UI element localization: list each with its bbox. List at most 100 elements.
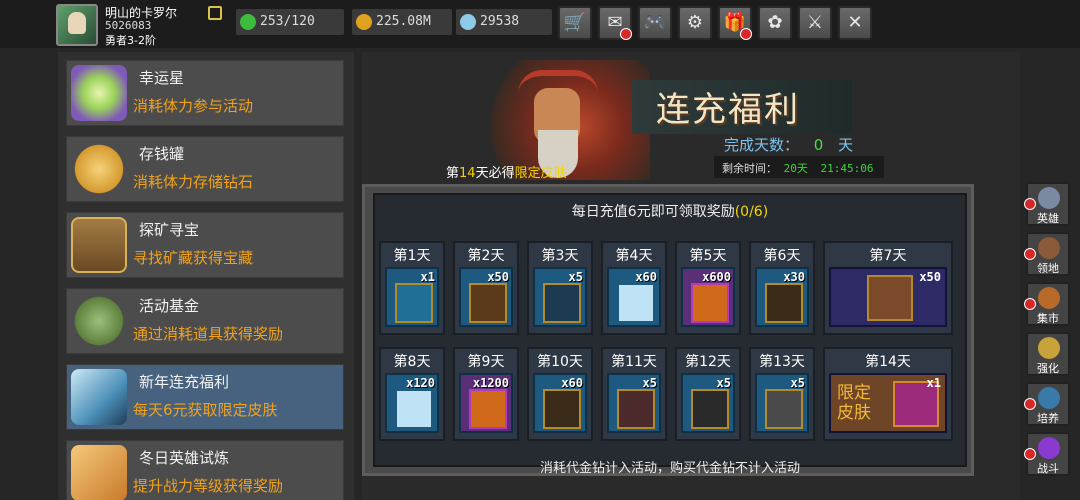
reward-day-6[interactable]: 第6天 x30 [749,241,815,335]
reward-count: x600 [702,270,731,284]
day-label: 第13天 [759,354,805,370]
reward-day-1[interactable]: 第1天 x1 [379,241,445,335]
reward-day-12[interactable]: 第12天 x5 [675,347,741,441]
alert-badge [1024,198,1036,210]
event-item-winter-trial[interactable]: 冬日英雄试炼 提升战力等级获得奖励 [66,440,344,500]
flame-orb-icon [691,283,729,323]
player-avatar[interactable] [56,4,98,46]
gamepad-button[interactable]: 🎮 [638,6,672,40]
stamina-value: 253/120 [260,14,315,29]
reward-board: 每日充值6元即可领取奖励(0/6) 第1天 x1 第2天 x50 第3天 x5 … [362,184,974,476]
event-item-treasure-hunt[interactable]: 探矿寻宝 寻找矿藏获得宝藏 [66,212,344,278]
alert-badge [1024,248,1036,260]
gem-icon [460,14,476,30]
orb-icon [395,283,433,323]
reward-slot: 限定 皮肤 x1 [829,373,947,433]
settings-button[interactable]: ⚙ [678,6,712,40]
gold-value: 225.08M [376,14,431,29]
reward-day-13[interactable]: 第13天 x5 [749,347,815,441]
reward-board-inner: 每日充值6元即可领取奖励(0/6) 第1天 x1 第2天 x50 第3天 x5 … [373,193,967,476]
nav-label: 战斗 [1037,462,1059,475]
stamina-counter: 253/120 [236,9,344,35]
reward-day-11[interactable]: 第11天 x5 [601,347,667,441]
event-item-piggy-bank[interactable]: 存钱罐 消耗体力存储钻石 [66,136,344,202]
pinwheel-button[interactable]: ✿ [758,6,792,40]
nav-label: 领地 [1037,262,1059,275]
sword-icon: ⚔ [806,12,824,33]
nav-enhance[interactable]: 强化 [1026,332,1070,376]
reward-slot: x1200 [459,373,513,433]
reward-slot: x30 [755,267,809,327]
nav-hero[interactable]: 英雄 [1024,182,1070,226]
reward-count: x60 [635,270,657,284]
reward-day-3[interactable]: 第3天 x5 [527,241,593,335]
event-item-fund[interactable]: 活动基金 通过消耗道具获得奖励 [66,288,344,354]
shop-button[interactable]: 🛒 [558,6,592,40]
reward-day-5[interactable]: 第5天 x600 [675,241,741,335]
reward-slot: x5 [533,267,587,327]
day-label: 第6天 [763,248,801,264]
mail-button[interactable]: ✉ [598,6,632,40]
reward-slot: x5 [755,373,809,433]
pinwheel-icon: ✿ [767,12,783,33]
nav-label: 培养 [1037,412,1059,425]
reward-day-8[interactable]: 第8天 x120 [379,347,445,441]
event-desc: 提升战力等级获得奖励 [133,477,284,495]
reward-count: x120 [406,376,435,390]
flame-orb-icon [469,389,507,429]
day-label: 第14天 [865,354,911,370]
reward-day-7[interactable]: 第7天 x50 [823,241,953,335]
limited-skin-label: 限定 皮肤 [837,383,871,423]
gear-icon: ⚙ [686,12,704,33]
remaining-time-label: 剩余时间： [722,162,777,175]
reward-slot: x120 [385,373,439,433]
edit-name-icon[interactable] [208,6,222,20]
reward-count: x50 [487,270,509,284]
reward-count: x5 [790,376,805,390]
reward-count: x1 [926,376,941,390]
scroll-icon [691,389,729,429]
day-label: 第2天 [467,248,505,264]
shop-icon: 🛒 [563,12,587,33]
swords-button[interactable]: ✕ [838,6,872,40]
game-screen: 明山的卡罗尔 5026083 勇者3-2阶 253/120 225.08M 29… [0,0,1080,500]
gift-button[interactable]: 🎁 [718,6,752,40]
reward-slot: x600 [681,267,735,327]
top-bar: 明山的卡罗尔 5026083 勇者3-2阶 253/120 225.08M 29… [0,0,1080,48]
reward-count: x1200 [472,376,509,390]
event-title: 幸运星 [139,69,185,87]
event-item-lucky-star[interactable]: 幸运星 消耗体力参与活动 [66,60,344,126]
event-title: 探矿寻宝 [139,221,200,239]
reward-slot: x50 [459,267,513,327]
event-desc: 寻找矿藏获得宝藏 [133,249,254,267]
event-title: 冬日英雄试炼 [139,449,230,467]
nav-territory[interactable]: 领地 [1024,232,1070,276]
day-label: 第9天 [467,354,505,370]
reward-day-2[interactable]: 第2天 x50 [453,241,519,335]
diamond-icon [395,389,433,429]
reward-count: x60 [561,376,583,390]
reward-day-9[interactable]: 第9天 x1200 [453,347,519,441]
note-day: 14 [459,166,476,181]
reward-day-14[interactable]: 第14天 限定 皮肤 x1 [823,347,953,441]
nav-train[interactable]: 培养 [1024,382,1070,426]
event-item-new-year-recharge[interactable]: 新年连充福利 每天6元获取限定皮肤 [66,364,344,430]
day-label: 第10天 [537,354,583,370]
day-label: 第7天 [869,248,907,264]
skin-label-line1: 限定 [837,383,871,403]
sword-button[interactable]: ⚔ [798,6,832,40]
reward-footer: 消耗代金钻计入活动，购买代金钻不计入活动 [539,461,800,476]
reward-day-4[interactable]: 第4天 x60 [601,241,667,335]
alert-badge [740,28,752,40]
nav-battle[interactable]: 战斗 [1024,432,1070,476]
nav-market[interactable]: 集市 [1024,282,1070,326]
reward-count: x5 [716,376,731,390]
remaining-days: 20天 [783,162,808,175]
gamepad-icon: 🎮 [643,12,667,33]
alert-badge [1024,398,1036,410]
swords-icon: ✕ [847,12,863,33]
reward-count: x5 [642,376,657,390]
reward-day-10[interactable]: 第10天 x60 [527,347,593,441]
day-label: 第3天 [541,248,579,264]
event-list: 幸运星 消耗体力参与活动 存钱罐 消耗体力存储钻石 探矿寻宝 寻找矿藏获得宝藏 … [58,52,354,500]
